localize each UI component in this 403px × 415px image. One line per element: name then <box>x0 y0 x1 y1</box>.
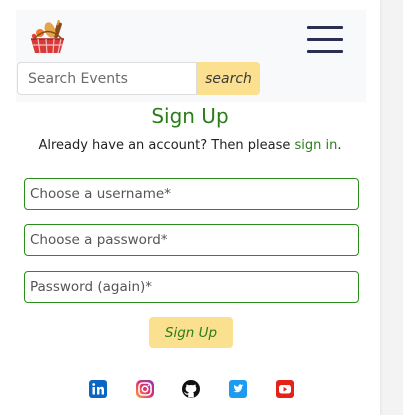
youtube-icon[interactable] <box>275 379 295 399</box>
search-button[interactable]: search <box>197 62 260 95</box>
picnic-basket-logo-icon[interactable] <box>28 20 68 56</box>
signin-prompt-text: Already have an account? Then please <box>38 138 295 153</box>
password-field[interactable] <box>24 224 359 256</box>
github-icon[interactable] <box>181 379 201 399</box>
signup-button[interactable]: Sign Up <box>149 317 233 348</box>
hamburger-line <box>307 50 343 53</box>
signin-link[interactable]: sign in <box>295 138 338 153</box>
page: search Sign Up Already have an account? … <box>0 0 380 415</box>
hamburger-line <box>307 26 343 29</box>
signin-prompt-end: . <box>337 138 342 153</box>
page-title: Sign Up <box>151 104 229 128</box>
hamburger-menu-icon[interactable] <box>307 26 343 54</box>
username-field[interactable] <box>24 178 359 210</box>
search-input[interactable] <box>17 62 197 95</box>
linkedin-icon[interactable] <box>88 379 108 399</box>
twitter-icon[interactable] <box>228 379 248 399</box>
password-again-field[interactable] <box>24 271 359 303</box>
instagram-icon[interactable] <box>135 379 155 399</box>
hamburger-line <box>307 38 343 41</box>
signin-prompt: Already have an account? Then please sig… <box>0 138 380 153</box>
